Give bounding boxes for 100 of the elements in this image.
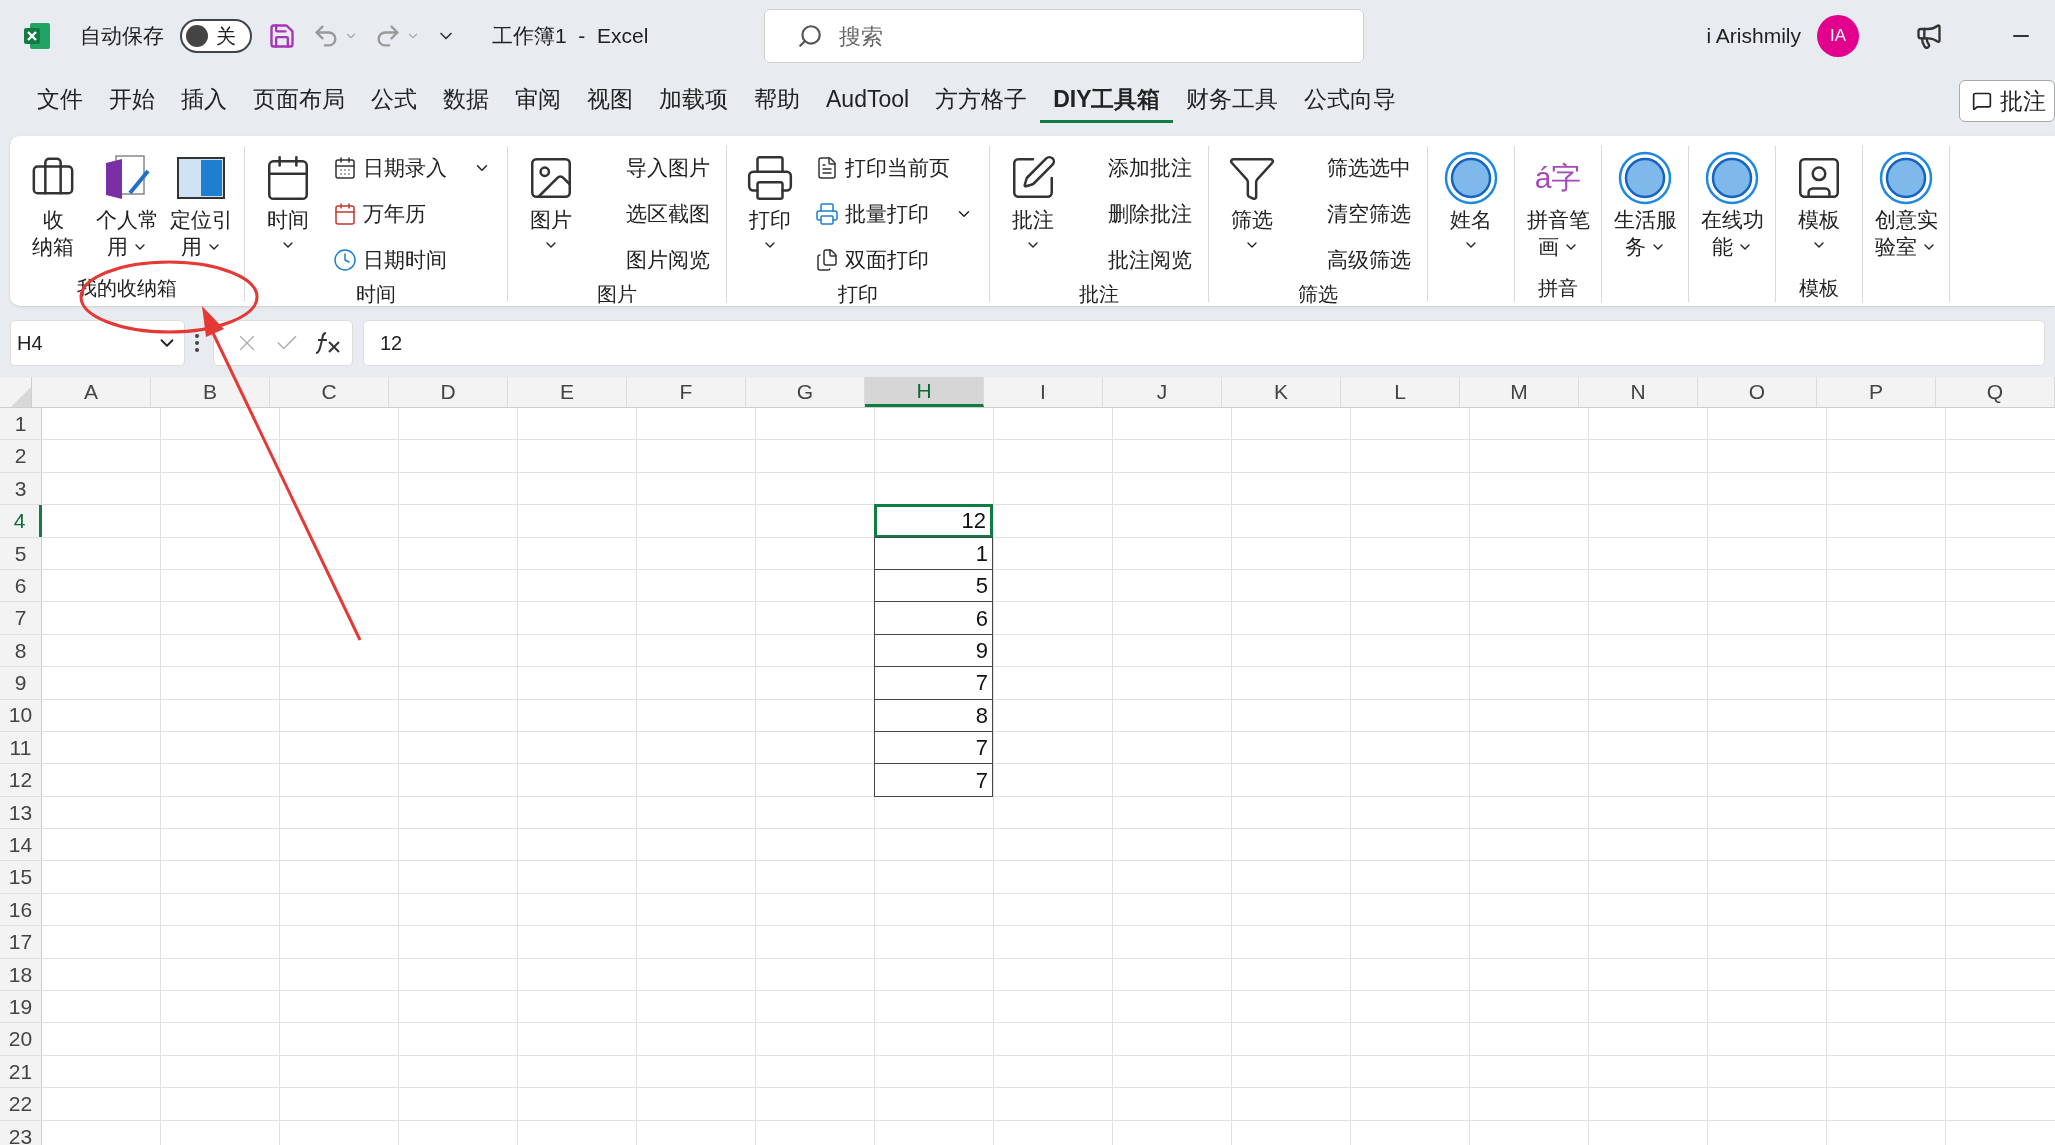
row-header[interactable]: 16 (0, 893, 42, 926)
table-cell[interactable]: 12 (874, 504, 993, 538)
table-cell[interactable]: 8 (874, 698, 993, 732)
ribbon-button[interactable]: 时间 (255, 146, 321, 280)
column-header[interactable]: I (984, 377, 1103, 407)
table-cell[interactable]: 9 (874, 633, 993, 668)
ribbon-button[interactable]: á字 拼音笔 画 (1525, 146, 1591, 274)
ribbon-tab[interactable]: 视图 (574, 79, 646, 123)
row-header[interactable]: 2 (0, 440, 42, 472)
column-header[interactable]: F (627, 377, 746, 407)
column-header[interactable]: Q (1936, 377, 2055, 407)
drag-handle-icon[interactable] (195, 334, 199, 352)
ribbon-button[interactable]: 批量打印 (811, 194, 979, 234)
ribbon-tab[interactable]: 开始 (96, 79, 168, 123)
ribbon-tab[interactable]: 财务工具 (1173, 79, 1292, 123)
ribbon-button[interactable]: 添加批注 (1074, 148, 1198, 188)
row-header[interactable]: 13 (0, 796, 42, 829)
table-cell[interactable]: 7 (874, 763, 993, 797)
ribbon-button[interactable]: 批注 (1000, 146, 1066, 280)
row-header[interactable]: 22 (0, 1088, 42, 1120)
ribbon-tab[interactable]: 公式向导 (1291, 79, 1410, 123)
column-header[interactable]: M (1460, 377, 1579, 407)
ribbon-tab[interactable]: 公式 (358, 79, 430, 123)
function-icon[interactable] (314, 330, 342, 356)
column-header[interactable]: E (508, 377, 627, 407)
ribbon-button[interactable]: 日期时间 (329, 240, 497, 280)
table-cell[interactable]: 7 (874, 730, 993, 765)
ribbon-button[interactable]: 双面打印 (811, 240, 979, 280)
column-header[interactable]: D (389, 377, 508, 407)
ribbon-tab[interactable]: 数据 (430, 79, 502, 123)
comments-button[interactable]: 批注 (1959, 80, 2055, 122)
row-header[interactable]: 17 (0, 926, 42, 958)
ribbon-button[interactable]: 在线功 能 (1699, 146, 1765, 274)
ribbon-tab[interactable]: AudTool (813, 79, 923, 123)
row-header[interactable]: 5 (0, 537, 42, 569)
ribbon-tab[interactable]: 方方格子 (922, 79, 1041, 123)
column-header[interactable]: H (865, 377, 984, 407)
ribbon-button[interactable]: 筛选 (1219, 146, 1285, 280)
search-input[interactable]: 搜索 (839, 19, 1240, 53)
megaphone-icon[interactable] (1915, 22, 1943, 50)
row-header[interactable]: 10 (0, 699, 42, 731)
ribbon-button[interactable]: 图片阅览 (592, 240, 716, 280)
row-header[interactable]: 4 (0, 505, 42, 537)
ribbon-tab[interactable]: 文件 (24, 79, 96, 123)
row-header[interactable]: 7 (0, 602, 42, 634)
table-cell[interactable]: 1 (874, 536, 993, 570)
column-header[interactable]: J (1103, 377, 1222, 407)
ribbon-tab[interactable]: 页面布局 (240, 79, 358, 123)
ribbon-button[interactable]: 打印当前页 (811, 148, 979, 188)
ribbon-tab[interactable]: DIY工具箱 (1040, 79, 1174, 123)
row-header[interactable]: 12 (0, 764, 42, 796)
ribbon-tab[interactable]: 帮助 (741, 79, 813, 123)
formula-field[interactable]: 12 (363, 320, 2045, 366)
row-header[interactable]: 19 (0, 991, 42, 1023)
column-header[interactable]: N (1579, 377, 1698, 407)
ribbon-button[interactable]: 定位引 用 (168, 146, 234, 274)
table-cell[interactable]: 7 (874, 666, 993, 700)
ribbon-button[interactable]: 生活服 务 (1612, 146, 1678, 274)
row-header[interactable]: 21 (0, 1055, 42, 1088)
row-header[interactable]: 3 (0, 472, 42, 505)
column-header[interactable]: A (32, 377, 151, 407)
ribbon-button[interactable]: 模板 (1786, 146, 1852, 274)
column-header[interactable]: O (1698, 377, 1817, 407)
ribbon-button[interactable]: 收 纳箱 (20, 146, 86, 274)
column-header[interactable]: L (1341, 377, 1460, 407)
ribbon-button[interactable]: 筛选选中 (1293, 148, 1417, 188)
ribbon-button[interactable]: 万年历 (329, 194, 497, 234)
ribbon-button[interactable]: 打印 (737, 146, 803, 280)
search-field[interactable]: 搜索 (764, 9, 1365, 63)
save-icon[interactable] (268, 22, 296, 50)
row-header[interactable]: 15 (0, 861, 42, 893)
row-header[interactable]: 20 (0, 1023, 42, 1055)
row-header[interactable]: 23 (0, 1120, 42, 1145)
column-header[interactable]: K (1222, 377, 1341, 407)
name-box[interactable]: H4 (10, 320, 185, 366)
ribbon-button[interactable]: 个人常 用 (94, 146, 160, 274)
table-cell[interactable]: 5 (874, 568, 993, 603)
ribbon-button[interactable]: 姓名 (1438, 146, 1504, 274)
row-header[interactable]: 1 (0, 408, 42, 440)
autosave-toggle[interactable]: 关 (180, 19, 252, 53)
ribbon-button[interactable]: 清空筛选 (1293, 194, 1417, 234)
ribbon-button[interactable]: 批注阅览 (1074, 240, 1198, 280)
row-header[interactable]: 14 (0, 829, 42, 861)
ribbon-tab[interactable]: 审阅 (502, 79, 574, 123)
ribbon-button[interactable]: 图片 (518, 146, 584, 280)
ribbon-button[interactable]: 日期录入 (329, 148, 497, 188)
row-header[interactable]: 9 (0, 667, 42, 699)
ribbon-button[interactable]: 创意实 验室 (1873, 146, 1939, 274)
ribbon-button[interactable]: 导入图片 (592, 148, 716, 188)
row-header[interactable]: 6 (0, 569, 42, 602)
column-header[interactable]: B (151, 377, 270, 407)
ribbon-button[interactable]: 选区截图 (592, 194, 716, 234)
ribbon-button[interactable]: 删除批注 (1074, 194, 1198, 234)
ribbon-tab[interactable]: 加载项 (646, 79, 741, 123)
table-cell[interactable]: 6 (874, 601, 993, 635)
column-header[interactable]: P (1817, 377, 1936, 407)
user-avatar[interactable]: IA (1817, 15, 1859, 57)
ribbon-tab[interactable]: 插入 (168, 79, 240, 123)
row-header[interactable]: 11 (0, 731, 42, 764)
ribbon-button[interactable]: 高级筛选 (1293, 240, 1417, 280)
